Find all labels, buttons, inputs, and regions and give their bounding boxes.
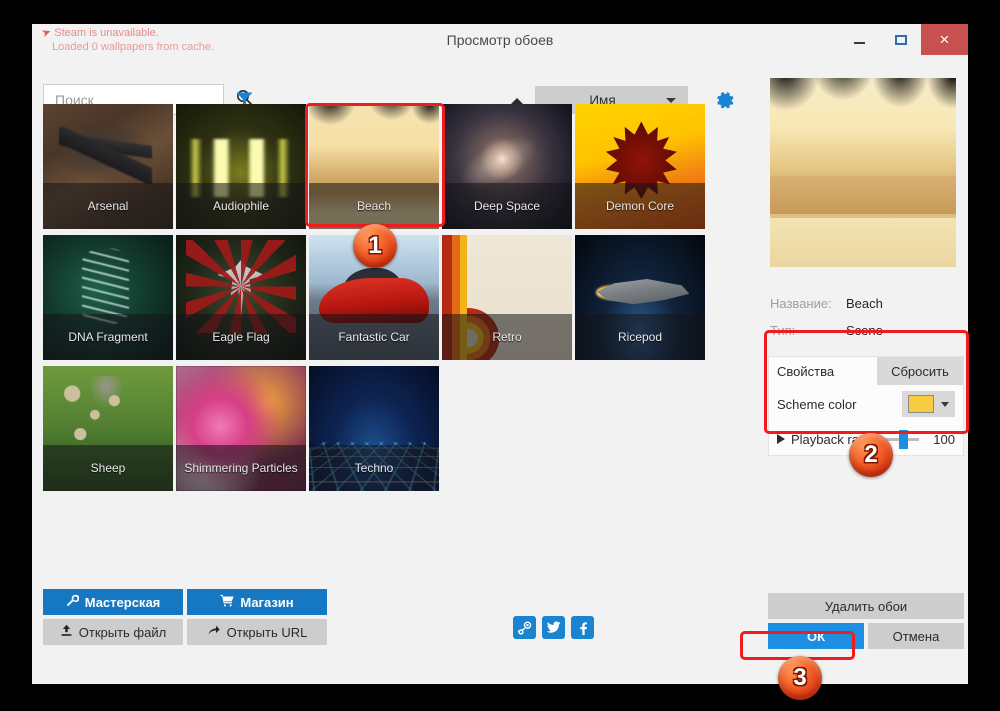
details-panel: Название: Beach Тип: Scene Свойства Сбро… bbox=[728, 58, 968, 684]
wallpaper-tile[interactable]: Deep Space bbox=[442, 104, 572, 229]
bottom-action-buttons: Мастерская Магазин Открыть файл bbox=[43, 589, 327, 649]
properties-header: Свойства Сбросить bbox=[769, 357, 963, 385]
wallpaper-tile[interactable]: Audiophile bbox=[176, 104, 306, 229]
button-row-secondary: Открыть файл Открыть URL bbox=[43, 619, 327, 645]
arrow-share-icon bbox=[207, 624, 221, 640]
wallpaper-tile-label: Deep Space bbox=[442, 183, 572, 229]
wallpaper-tile[interactable]: Shimmering Particles bbox=[176, 366, 306, 491]
wallpaper-tile-label: Arsenal bbox=[43, 183, 173, 229]
wrench-icon bbox=[66, 594, 79, 610]
wallpaper-tile-label: Ricepod bbox=[575, 314, 705, 360]
ok-button[interactable]: ОК bbox=[768, 623, 864, 649]
wallpaper-tile-label: Techno bbox=[309, 445, 439, 491]
close-button[interactable]: × bbox=[921, 24, 968, 55]
store-button[interactable]: Магазин bbox=[187, 589, 327, 615]
reset-button[interactable]: Сбросить bbox=[877, 357, 963, 385]
wallpaper-tile-label: Eagle Flag bbox=[176, 314, 306, 360]
triangle-right-icon[interactable] bbox=[777, 434, 785, 444]
ok-cancel-row: ОК Отмена bbox=[768, 623, 964, 649]
maximize-icon bbox=[895, 35, 907, 45]
workshop-label: Мастерская bbox=[85, 595, 161, 610]
properties-title: Свойства bbox=[769, 364, 877, 379]
scheme-color-row: Scheme color bbox=[769, 385, 963, 423]
chevron-down-icon bbox=[941, 402, 949, 407]
thruster-flame-shape bbox=[596, 285, 630, 300]
wallpaper-tile-label: DNA Fragment bbox=[43, 314, 173, 360]
wallpaper-tile[interactable]: Beach bbox=[309, 104, 439, 229]
twitter-icon[interactable] bbox=[542, 616, 565, 639]
color-swatch bbox=[908, 395, 934, 413]
playback-rate-value: 100 bbox=[929, 432, 955, 447]
screenshot-root: Просмотр обоев × ➤ Steam is unavailable.… bbox=[0, 0, 1000, 711]
button-row-primary: Мастерская Магазин bbox=[43, 589, 327, 615]
window-controls: × bbox=[839, 24, 968, 55]
wallpaper-preview bbox=[770, 78, 956, 267]
window-title: Просмотр обоев bbox=[32, 32, 968, 48]
social-links bbox=[513, 616, 594, 639]
maximize-button[interactable] bbox=[880, 24, 921, 55]
eagle-emblem-icon bbox=[218, 260, 265, 318]
wallpaper-tile[interactable]: Eagle Flag bbox=[176, 235, 306, 360]
open-url-button[interactable]: Открыть URL bbox=[187, 619, 327, 645]
scheme-color-label: Scheme color bbox=[777, 397, 902, 412]
wallpaper-grid: ArsenalAudiophileBeachDeep SpaceDemon Co… bbox=[43, 104, 723, 497]
store-label: Магазин bbox=[240, 595, 293, 610]
wallpaper-tile-label: Demon Core bbox=[575, 183, 705, 229]
wallpaper-tile[interactable]: Ricepod bbox=[575, 235, 705, 360]
cancel-button[interactable]: Отмена bbox=[868, 623, 964, 649]
wallpaper-tile[interactable]: Sheep bbox=[43, 366, 173, 491]
open-file-button[interactable]: Открыть файл bbox=[43, 619, 183, 645]
dialog-buttons: Удалить обои ОК Отмена bbox=[768, 593, 964, 649]
upload-icon bbox=[60, 624, 73, 640]
facebook-icon[interactable] bbox=[571, 616, 594, 639]
steam-icon[interactable] bbox=[513, 616, 536, 639]
wallpaper-meta: Название: Beach Тип: Scene bbox=[770, 296, 960, 350]
close-icon: × bbox=[940, 31, 950, 48]
meta-row-type: Тип: Scene bbox=[770, 323, 960, 338]
name-value: Beach bbox=[846, 296, 883, 311]
type-value: Scene bbox=[846, 323, 883, 338]
meta-row-name: Название: Beach bbox=[770, 296, 960, 311]
annotation-badge-2: 2 bbox=[849, 433, 893, 477]
wallpaper-grid-row: SheepShimmering ParticlesTechno bbox=[43, 366, 723, 491]
wallpaper-grid-row: ArsenalAudiophileBeachDeep SpaceDemon Co… bbox=[43, 104, 723, 229]
wallpaper-tile-label: Fantastic Car bbox=[309, 314, 439, 360]
annotation-badge-3: 3 bbox=[778, 656, 822, 700]
name-label: Название: bbox=[770, 296, 846, 311]
open-url-label: Открыть URL bbox=[227, 625, 308, 640]
title-bar: Просмотр обоев × bbox=[32, 24, 968, 58]
wallpaper-tile[interactable]: Demon Core bbox=[575, 104, 705, 229]
wallpaper-tile[interactable]: Retro bbox=[442, 235, 572, 360]
wallpaper-tile[interactable]: Arsenal bbox=[43, 104, 173, 229]
wallpaper-tile-label: Audiophile bbox=[176, 183, 306, 229]
wallpaper-tile-label: Shimmering Particles bbox=[176, 445, 306, 491]
open-file-label: Открыть файл bbox=[79, 625, 166, 640]
workshop-button[interactable]: Мастерская bbox=[43, 589, 183, 615]
scheme-color-picker[interactable] bbox=[902, 391, 955, 417]
slider-thumb[interactable] bbox=[899, 430, 908, 449]
annotation-badge-1: 1 bbox=[353, 224, 397, 268]
wallpaper-engine-window: Просмотр обоев × ➤ Steam is unavailable.… bbox=[32, 24, 968, 684]
wallpaper-tile[interactable]: DNA Fragment bbox=[43, 235, 173, 360]
type-label: Тип: bbox=[770, 323, 846, 338]
wallpaper-tile-label: Beach bbox=[309, 183, 439, 229]
car-roof-shape bbox=[343, 268, 403, 293]
minimize-icon bbox=[854, 42, 865, 44]
wallpaper-tile[interactable]: Techno bbox=[309, 366, 439, 491]
wallpaper-tile-label: Retro bbox=[442, 314, 572, 360]
chevron-down-icon bbox=[666, 98, 676, 103]
wallpaper-tile-label: Sheep bbox=[43, 445, 173, 491]
cart-icon bbox=[220, 594, 234, 610]
minimize-button[interactable] bbox=[839, 24, 880, 55]
delete-wallpaper-button[interactable]: Удалить обои bbox=[768, 593, 964, 619]
